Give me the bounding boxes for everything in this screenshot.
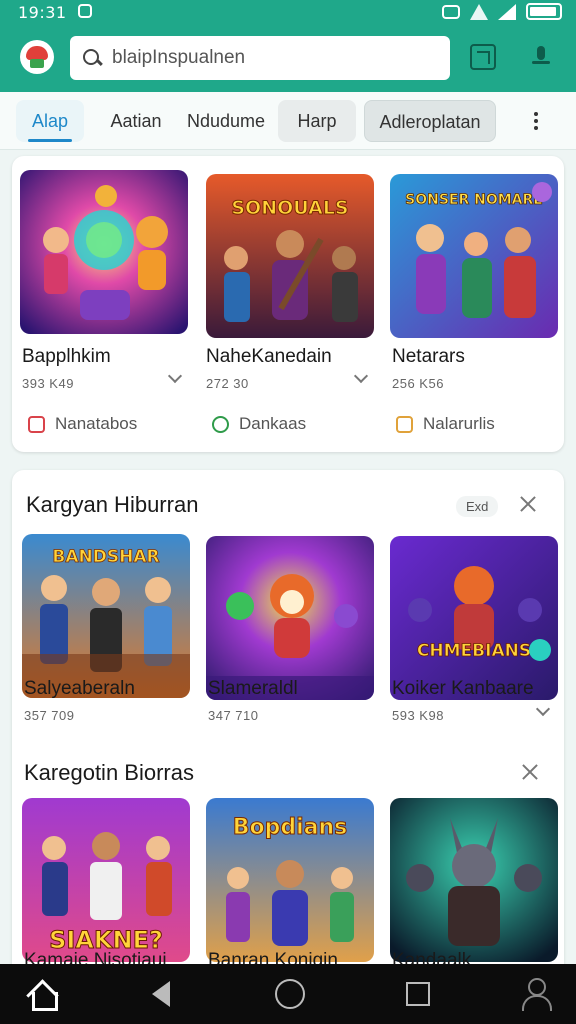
tab-ndudume[interactable]: Ndudume xyxy=(184,100,268,142)
app-name[interactable]: Bapplhkim xyxy=(22,346,111,368)
app-meta: 272 30 xyxy=(206,376,249,391)
thumb-title: Bopdians xyxy=(233,815,348,840)
tab-harp[interactable]: Harp xyxy=(278,100,356,142)
chip-label: Nanatabos xyxy=(55,414,138,433)
chip-label: Nalarurlis xyxy=(423,414,495,433)
thumb-title: SONOUALS xyxy=(231,197,348,219)
app-name[interactable]: Koiker Kanbaare xyxy=(392,678,534,700)
feature-chip[interactable]: Dankaas xyxy=(206,404,306,444)
app-thumbnail[interactable]: SIAKNE? xyxy=(22,798,190,962)
close-icon[interactable] xyxy=(520,762,540,782)
thumb-title: BANDSHAR xyxy=(52,547,159,567)
chip-label: Dankaas xyxy=(239,414,307,433)
app-thumbnail[interactable]: SONOUALS xyxy=(206,174,374,338)
app-logo-icon[interactable] xyxy=(20,40,54,74)
game-art-image: CHMEBIANS xyxy=(390,536,558,700)
mic-icon[interactable] xyxy=(528,44,554,70)
tab-aatian[interactable]: Aatian xyxy=(96,100,176,142)
system-nav-bar xyxy=(0,964,576,1024)
profile-icon[interactable] xyxy=(520,978,552,1011)
thumb-title: SONSER NOMARE xyxy=(405,192,543,208)
game-art-image: Bopdians xyxy=(206,798,374,962)
status-icons xyxy=(442,3,562,20)
app-meta: 256 K56 xyxy=(392,376,444,391)
category-tabs: Alap Aatian Ndudume Harp Adleroplatan xyxy=(0,92,576,150)
search-icon xyxy=(82,48,102,68)
app-name[interactable]: NaheKanedain xyxy=(206,346,332,368)
recents-icon[interactable] xyxy=(402,978,434,1010)
app-meta: 347 710 xyxy=(208,708,259,723)
app-name[interactable]: Netarars xyxy=(392,346,465,368)
game-art-image: SONOUALS xyxy=(206,174,374,338)
app-thumbnail[interactable]: SONSER NOMARE xyxy=(390,174,558,338)
close-icon[interactable] xyxy=(518,494,538,514)
game-art-image xyxy=(390,798,558,962)
app-thumbnail[interactable]: BANDSHAR xyxy=(22,534,190,698)
thumb-title: CHMEBIANS xyxy=(417,641,531,661)
tag-icon xyxy=(28,415,45,433)
download-icon xyxy=(212,415,229,433)
wifi-icon xyxy=(470,3,488,20)
app-meta: 393 K49 xyxy=(22,376,74,391)
app-name[interactable]: Salyeaberaln xyxy=(24,678,135,700)
app-thumbnail[interactable]: CHMEBIANS xyxy=(390,536,558,700)
game-art-image: SIAKNE? xyxy=(22,798,190,962)
chevron-down-icon[interactable] xyxy=(353,368,369,384)
app-meta: 593 K98 xyxy=(392,708,444,723)
chevron-down-icon[interactable] xyxy=(535,701,551,717)
section-title: Karegotin Biorras xyxy=(24,760,194,785)
scan-icon[interactable] xyxy=(470,44,496,70)
feature-chip[interactable]: Nanatabos xyxy=(22,404,137,444)
notification-icon xyxy=(78,4,92,18)
battery-icon xyxy=(526,3,562,20)
more-options-icon[interactable] xyxy=(530,110,542,132)
app-thumbnail[interactable] xyxy=(20,170,188,334)
app-thumbnail[interactable] xyxy=(390,798,558,962)
signal-icon xyxy=(498,3,516,20)
game-art-image: SONSER NOMARE xyxy=(390,174,558,338)
search-query: blaipInspualnen xyxy=(112,47,246,68)
section-badge[interactable]: Exd xyxy=(456,496,499,517)
back-icon[interactable] xyxy=(146,978,178,1010)
app-thumbnail[interactable] xyxy=(206,536,374,700)
status-bar: 19:31 xyxy=(0,0,576,26)
app-thumbnail[interactable]: Bopdians xyxy=(206,798,374,962)
sections-card: Kargyan Hiburran Exd BANDSHAR CHMEBIANS … xyxy=(12,470,564,980)
vibrate-icon xyxy=(442,4,460,19)
status-time: 19:31 xyxy=(18,3,67,22)
section-title: Kargyan Hiburran xyxy=(26,492,199,517)
game-art-image xyxy=(206,536,374,700)
app-meta: 357 709 xyxy=(24,708,75,723)
chevron-down-icon[interactable] xyxy=(167,368,183,384)
game-art-image: BANDSHAR xyxy=(22,534,190,698)
tab-adleroplatan[interactable]: Adleroplatan xyxy=(364,100,496,142)
home-circle-icon[interactable] xyxy=(274,978,306,1010)
search-input[interactable]: blaipInspualnen xyxy=(70,36,450,80)
app-name[interactable]: Slameraldl xyxy=(208,678,298,700)
home-icon[interactable] xyxy=(26,978,58,1011)
game-art-image xyxy=(20,170,188,334)
feature-chip[interactable]: Nalarurlis xyxy=(390,404,495,444)
featured-card: SONOUALS SONSER NOMARE Bapplhkim 393 K49… xyxy=(12,156,564,452)
tab-alap[interactable]: Alap xyxy=(16,100,84,142)
badge-icon xyxy=(396,415,413,433)
